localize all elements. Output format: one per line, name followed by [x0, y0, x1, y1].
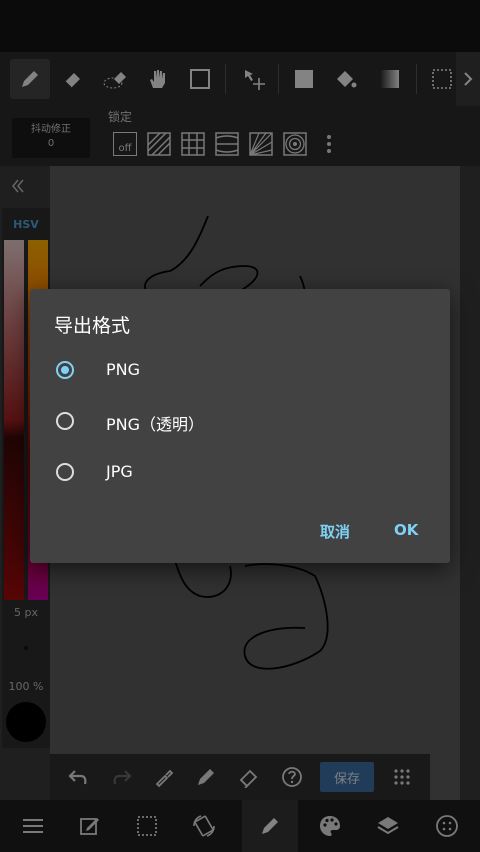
ok-button[interactable]: OK	[394, 521, 418, 539]
option-label: PNG（透明）	[106, 415, 205, 434]
option-jpg[interactable]: JPG	[30, 448, 450, 498]
dialog-title: 导出格式	[54, 315, 131, 337]
radio-jpg[interactable]	[56, 463, 74, 481]
option-png[interactable]: PNG	[30, 346, 450, 396]
option-label: PNG	[106, 360, 141, 379]
radio-png[interactable]	[56, 361, 74, 379]
option-label: JPG	[106, 462, 133, 481]
radio-png-transparent[interactable]	[56, 412, 74, 430]
cancel-button[interactable]: 取消	[320, 521, 350, 542]
option-png-transparent[interactable]: PNG（透明）	[30, 397, 450, 447]
export-format-dialog: 导出格式 PNG PNG（透明） JPG 取消 OK	[30, 289, 450, 563]
